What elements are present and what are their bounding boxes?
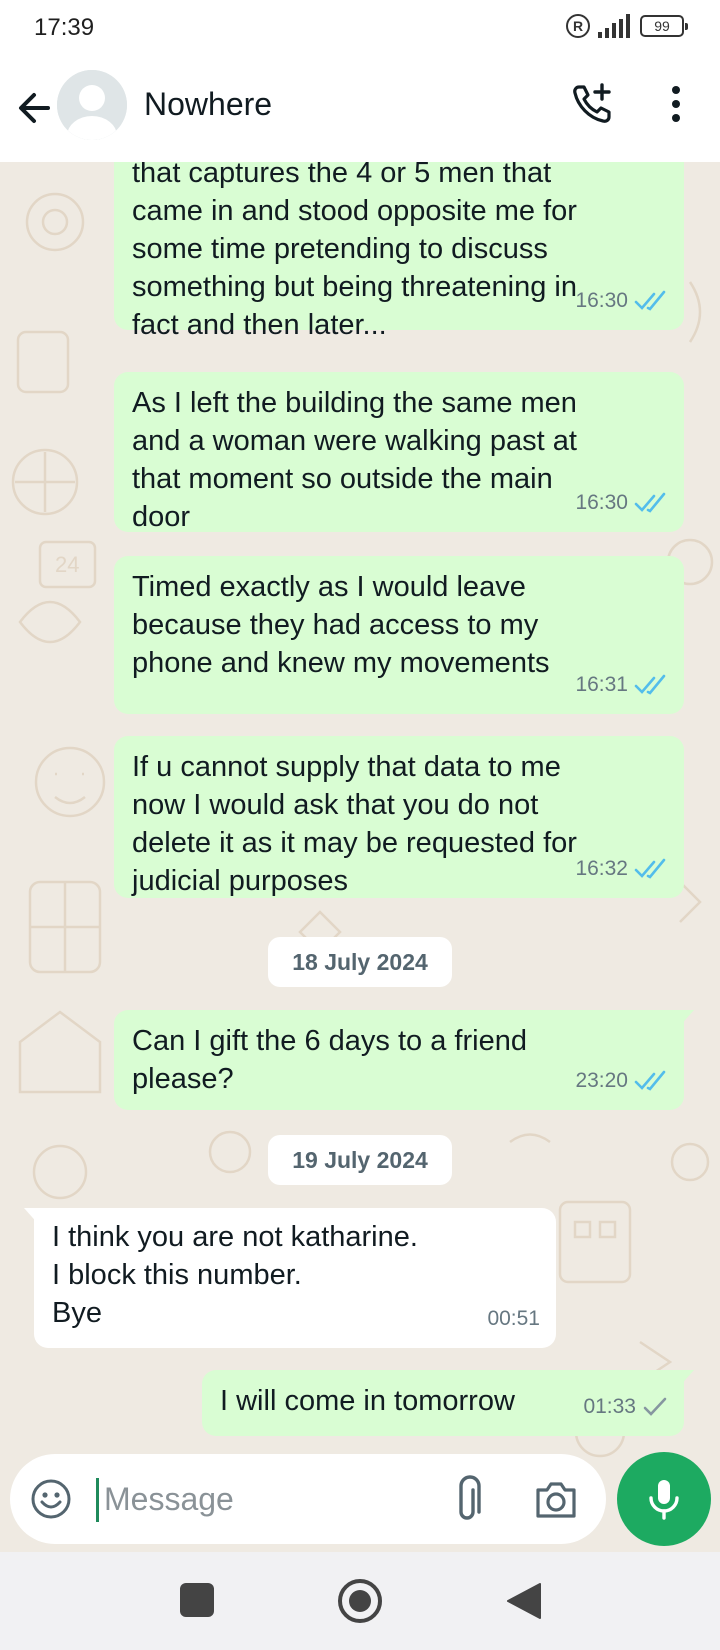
- registered-icon: R: [566, 14, 590, 38]
- message-time: 16:32: [575, 857, 628, 880]
- voice-message-button[interactable]: [617, 1452, 711, 1546]
- signal-icon: [598, 14, 630, 38]
- double-tick-read-icon: [634, 290, 666, 311]
- message-time: 16:30: [575, 491, 628, 514]
- home-button[interactable]: [338, 1579, 382, 1623]
- message-bubble-incoming[interactable]: I think you are not katharine. I block t…: [24, 1208, 556, 1348]
- camera-icon[interactable]: [534, 1478, 578, 1520]
- default-avatar-icon: [57, 70, 127, 140]
- message-meta: 16:30: [575, 282, 668, 320]
- message-bubble-outgoing[interactable]: If u cannot supply that data to me now I…: [114, 736, 684, 898]
- bubble-tail: [678, 1370, 694, 1388]
- chat-header: Nowhere: [0, 56, 720, 162]
- microphone-icon: [649, 1480, 679, 1520]
- double-tick-read-icon: [634, 858, 666, 879]
- message-meta: 16:30: [575, 484, 668, 522]
- message-meta: 23:20: [575, 1062, 668, 1100]
- message-bubble-outgoing[interactable]: Timed exactly as I would leave because t…: [114, 556, 684, 714]
- message-time: 01:33: [583, 1395, 636, 1418]
- avatar[interactable]: [57, 70, 127, 140]
- message-time: 16:31: [575, 673, 628, 696]
- double-tick-read-icon: [634, 674, 666, 695]
- status-bar: 17:39 R 99: [0, 0, 720, 56]
- message-text: I think you are not katharine. I block t…: [52, 1221, 418, 1329]
- message-input[interactable]: [104, 1472, 404, 1526]
- date-separator: 19 July 2024: [268, 1135, 452, 1185]
- bubble-tail: [24, 1208, 40, 1226]
- back-arrow-icon[interactable]: [14, 84, 54, 132]
- system-nav-bar: [0, 1552, 720, 1650]
- bubble-tail: [678, 1010, 694, 1028]
- status-time: 17:39: [34, 14, 95, 41]
- status-icons: R 99: [566, 14, 688, 38]
- message-meta: 01:33: [583, 1388, 668, 1426]
- message-meta: 16:32: [575, 850, 668, 888]
- nav-back-icon[interactable]: [506, 1582, 542, 1620]
- message-bubble-outgoing[interactable]: I will come in tomorrow 01:33: [202, 1370, 694, 1436]
- double-tick-read-icon: [634, 1070, 666, 1091]
- text-caret: [96, 1478, 99, 1522]
- message-text: I will come in tomorrow: [220, 1385, 515, 1417]
- date-separator: 18 July 2024: [268, 937, 452, 987]
- message-meta: 16:31: [575, 666, 668, 704]
- attach-icon[interactable]: [450, 1474, 490, 1524]
- message-bubble-outgoing[interactable]: As I left the building the same men and …: [114, 372, 684, 533]
- message-time: 00:51: [487, 1307, 540, 1330]
- double-tick-read-icon: [634, 492, 666, 513]
- message-composer: [10, 1454, 606, 1544]
- chat-area[interactable]: 24 that captures the 4 or 5 men that cam…: [0, 162, 720, 1552]
- message-bubble-outgoing[interactable]: Can I gift the 6 days to a friend please…: [114, 1010, 694, 1110]
- svg-text:24: 24: [55, 552, 79, 577]
- message-text: Timed exactly as I would leave because t…: [132, 571, 550, 679]
- message-time: 23:20: [575, 1069, 628, 1092]
- battery-icon: 99: [640, 15, 688, 37]
- message-meta: 00:51: [487, 1300, 540, 1338]
- more-options-icon[interactable]: [662, 82, 690, 126]
- message-time: 16:30: [575, 289, 628, 312]
- contact-name[interactable]: Nowhere: [144, 86, 272, 123]
- single-tick-sent-icon: [643, 1397, 667, 1416]
- home-dot: [349, 1590, 371, 1612]
- message-bubble-outgoing[interactable]: that captures the 4 or 5 men that came i…: [114, 162, 684, 341]
- emoji-icon[interactable]: [30, 1478, 72, 1520]
- recents-button[interactable]: [180, 1583, 214, 1617]
- add-call-icon[interactable]: [570, 82, 614, 126]
